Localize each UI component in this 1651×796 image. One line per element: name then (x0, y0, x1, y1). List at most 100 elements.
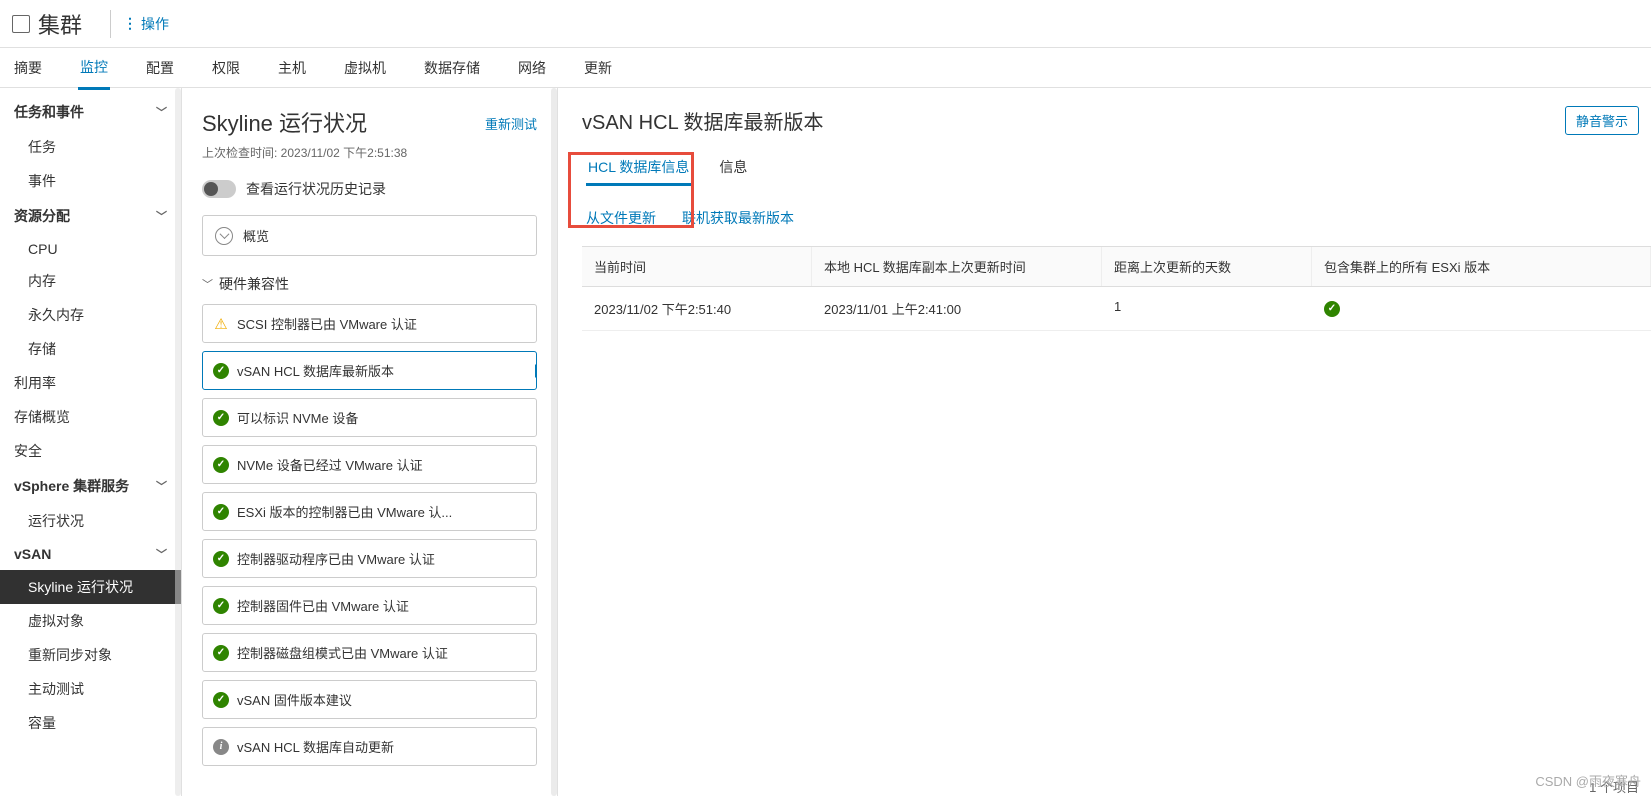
sidebar-item-resync-objects[interactable]: 重新同步对象 (0, 638, 181, 672)
table-header-row: 当前时间 本地 HCL 数据库副本上次更新时间 距离上次更新的天数 包含集群上的… (582, 247, 1651, 287)
top-header: 集群 操作 (0, 0, 1651, 48)
sidebar-item-security[interactable]: 安全 (0, 434, 181, 468)
history-toggle-label: 查看运行状况历史记录 (246, 179, 386, 199)
cell-includes-all (1312, 287, 1651, 330)
sidebar-item-storage-overview[interactable]: 存储概览 (0, 400, 181, 434)
sidebar-item-cpu[interactable]: CPU (0, 234, 181, 264)
chevron-down-icon: ﹀ (156, 478, 167, 494)
cell-days: 1 (1102, 287, 1312, 330)
tab-datastores[interactable]: 数据存储 (422, 48, 482, 88)
ok-icon (1324, 301, 1340, 317)
table-row[interactable]: 2023/11/02 下午2:51:40 2023/11/01 上午2:41:0… (582, 287, 1651, 331)
chevron-down-icon: ﹀ (156, 208, 167, 224)
section-tasks-events[interactable]: 任务和事件 ﹀ (0, 94, 181, 130)
health-item-controller-driver[interactable]: 控制器驱动程序已由 VMware 认证 (202, 539, 537, 578)
chevron-down-icon: ﹀ (202, 276, 213, 292)
chevron-down-icon: ﹀ (156, 546, 167, 562)
section-vsan[interactable]: vSAN ﹀ (0, 538, 181, 570)
ok-icon (213, 645, 229, 661)
tab-hosts[interactable]: 主机 (276, 48, 308, 88)
tab-summary[interactable]: 摘要 (12, 48, 44, 88)
tab-permissions[interactable]: 权限 (210, 48, 242, 88)
cell-last-update: 2023/11/01 上午2:41:00 (812, 287, 1102, 330)
update-from-file-link[interactable]: 从文件更新 (586, 208, 656, 228)
health-item-label: vSAN 固件版本建议 (237, 690, 352, 709)
item-count-label: 1 个项目 (582, 763, 1651, 796)
tab-configure[interactable]: 配置 (144, 48, 176, 88)
overview-card[interactable]: 概览 (202, 215, 537, 256)
col-days-since[interactable]: 距离上次更新的天数 (1102, 247, 1312, 286)
tab-networks[interactable]: 网络 (516, 48, 548, 88)
detail-title: vSAN HCL 数据库最新版本 (582, 106, 824, 135)
history-toggle[interactable] (202, 180, 236, 198)
sidebar-item-health-status[interactable]: 运行状况 (0, 504, 181, 538)
sidebar-item-proactive-tests[interactable]: 主动测试 (0, 672, 181, 706)
health-item-controller-firmware[interactable]: 控制器固件已由 VMware 认证 (202, 586, 537, 625)
detail-panel: vSAN HCL 数据库最新版本 静音警示 HCL 数据库信息 信息 从文件更新… (558, 88, 1651, 796)
actions-menu[interactable]: 操作 (123, 14, 169, 34)
section-label: 任务和事件 (14, 102, 84, 122)
tab-vms[interactable]: 虚拟机 (342, 48, 388, 88)
col-current-time[interactable]: 当前时间 (582, 247, 812, 286)
sidebar-item-skyline-health[interactable]: Skyline 运行状况 (0, 570, 181, 604)
watermark: CSDN @雨夜寒舟 (1535, 771, 1641, 790)
health-item-diskgroup-mode[interactable]: 控制器磁盘组模式已由 VMware 认证 (202, 633, 537, 672)
ok-icon (213, 457, 229, 473)
sidebar-item-storage[interactable]: 存储 (0, 332, 181, 366)
sidebar-item-events[interactable]: 事件 (0, 164, 181, 198)
sidebar-item-tasks[interactable]: 任务 (0, 130, 181, 164)
sidebar-item-pmem[interactable]: 永久内存 (0, 298, 181, 332)
col-includes-esxi[interactable]: 包含集群上的所有 ESXi 版本 (1312, 247, 1651, 286)
subtab-hcl-db-info[interactable]: HCL 数据库信息 (586, 151, 691, 186)
main-area: 任务和事件 ﹀ 任务 事件 资源分配 ﹀ CPU 内存 永久内存 存储 利用率 … (0, 88, 1651, 796)
col-last-update[interactable]: 本地 HCL 数据库副本上次更新时间 (812, 247, 1102, 286)
skyline-title: Skyline 运行状况 (202, 106, 367, 138)
health-item-hcl-autoupdate[interactable]: vSAN HCL 数据库自动更新 (202, 727, 537, 766)
sidebar-item-utilization[interactable]: 利用率 (0, 366, 181, 400)
scrollbar[interactable] (551, 88, 557, 796)
skyline-health-panel: Skyline 运行状况 重新测试 上次检查时间: 2023/11/02 下午2… (182, 88, 558, 796)
ok-icon (213, 551, 229, 567)
get-latest-online-link[interactable]: 联机获取最新版本 (682, 208, 794, 228)
tab-updates[interactable]: 更新 (582, 48, 614, 88)
gauge-icon (215, 227, 233, 245)
section-label: 资源分配 (14, 206, 70, 226)
action-links-row: 从文件更新 联机获取最新版本 (582, 208, 1651, 228)
ok-icon (213, 504, 229, 520)
cell-current-time: 2023/11/02 下午2:51:40 (582, 287, 812, 330)
subtab-info[interactable]: 信息 (717, 151, 749, 186)
health-item-label: vSAN HCL 数据库最新版本 (237, 361, 394, 380)
hardware-compat-group[interactable]: ﹀ 硬件兼容性 (182, 274, 557, 304)
health-item-label: ESXi 版本的控制器已由 VMware 认... (237, 502, 452, 521)
section-vsphere-services[interactable]: vSphere 集群服务 ﹀ (0, 468, 181, 504)
hcl-db-table: 当前时间 本地 HCL 数据库副本上次更新时间 距离上次更新的天数 包含集群上的… (582, 246, 1651, 331)
main-tabs: 摘要 监控 配置 权限 主机 虚拟机 数据存储 网络 更新 (0, 48, 1651, 88)
warning-icon (213, 316, 229, 332)
health-item-label: SCSI 控制器已由 VMware 认证 (237, 314, 417, 333)
health-item-hcl-db[interactable]: vSAN HCL 数据库最新版本 (202, 351, 537, 390)
health-item-scsi[interactable]: SCSI 控制器已由 VMware 认证 (202, 304, 537, 343)
tab-monitor[interactable]: 监控 (78, 47, 110, 90)
sidebar-item-virtual-objects[interactable]: 虚拟对象 (0, 604, 181, 638)
cluster-title: 集群 (38, 8, 82, 40)
health-item-label: NVMe 设备已经过 VMware 认证 (237, 455, 423, 474)
divider (110, 10, 111, 38)
retest-link[interactable]: 重新测试 (485, 114, 537, 133)
cluster-icon (12, 15, 30, 33)
scrollbar[interactable] (175, 88, 181, 796)
group-label: 硬件兼容性 (219, 274, 289, 294)
health-item-firmware-rec[interactable]: vSAN 固件版本建议 (202, 680, 537, 719)
ok-icon (213, 363, 229, 379)
ok-icon (213, 598, 229, 614)
sidebar-item-memory[interactable]: 内存 (0, 264, 181, 298)
health-item-nvme-identify[interactable]: 可以标识 NVMe 设备 (202, 398, 537, 437)
silence-alert-button[interactable]: 静音警示 (1565, 106, 1639, 135)
health-item-nvme-cert[interactable]: NVMe 设备已经过 VMware 认证 (202, 445, 537, 484)
section-label: vSAN (14, 546, 51, 562)
actions-label: 操作 (141, 14, 169, 34)
section-resource-alloc[interactable]: 资源分配 ﹀ (0, 198, 181, 234)
health-item-esxi-controller[interactable]: ESXi 版本的控制器已由 VMware 认... (202, 492, 537, 531)
health-item-label: 控制器磁盘组模式已由 VMware 认证 (237, 643, 448, 662)
sidebar-item-capacity[interactable]: 容量 (0, 706, 181, 740)
health-item-label: vSAN HCL 数据库自动更新 (237, 737, 394, 756)
